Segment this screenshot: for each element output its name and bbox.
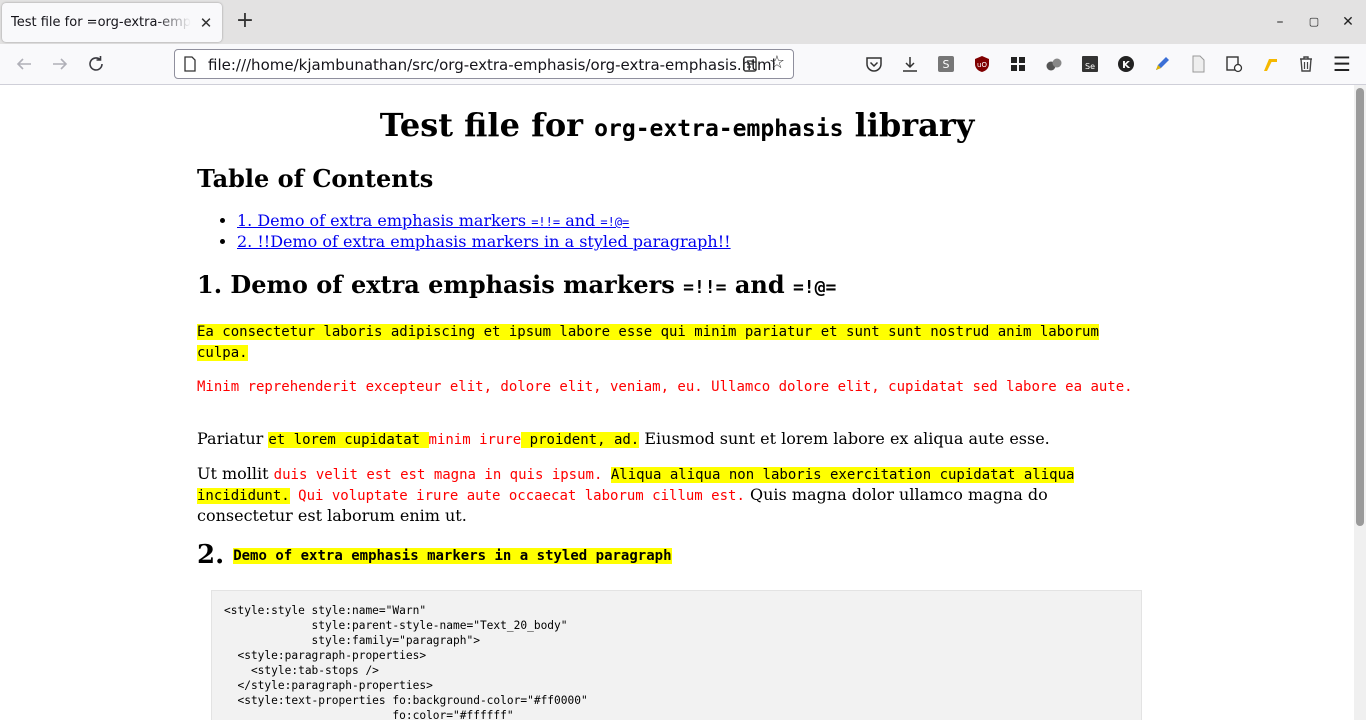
forward-button[interactable] [48, 52, 72, 76]
toc-link-code: =!!= [531, 215, 561, 229]
selenium-icon[interactable]: Se [1081, 55, 1099, 73]
toc-heading: Table of Contents [197, 164, 434, 193]
circles-icon[interactable] [1045, 55, 1063, 73]
red-span: minim irure [428, 432, 522, 448]
plain-text: Pariatur [197, 429, 269, 448]
download-icon[interactable] [901, 55, 919, 73]
grid-icon[interactable] [1009, 55, 1027, 73]
reload-button[interactable] [84, 52, 108, 76]
forward-arrow-icon [53, 58, 68, 70]
trash-icon[interactable] [1297, 55, 1315, 73]
pocket-icon[interactable] [865, 55, 883, 73]
navigation-toolbar: file:///home/kjambunathan/src/org-extra-… [0, 44, 1366, 85]
ublock-icon[interactable]: uO [973, 55, 991, 73]
plain-text: Ut mollit [197, 464, 274, 483]
title-code: org-extra-emphasis [594, 116, 844, 142]
reload-icon [89, 56, 103, 71]
highlight-text: proident, ad. [521, 432, 640, 448]
svg-text:uO: uO [977, 61, 987, 69]
library-icon[interactable] [1225, 55, 1243, 73]
new-tab-button[interactable]: + [233, 10, 257, 34]
svg-text:K: K [1122, 60, 1131, 71]
reader-view-icon[interactable] [741, 55, 759, 73]
section-code: =!!= [683, 277, 727, 298]
tab-strip: Test file for =org-extra-emphasis ✕ + – … [0, 0, 1366, 44]
section-1-heading: 1. Demo of extra emphasis markers =!!= a… [197, 269, 836, 304]
red-span: Minim reprehenderit excepteur elit, dolo… [197, 379, 1133, 395]
extension-s-icon[interactable]: S [937, 55, 955, 73]
paragraph-mixed-2: Ut mollit duis velit est est magna in qu… [197, 464, 1142, 525]
highlight-text: et lorem cupidatat [268, 432, 429, 448]
toc-link-section-1[interactable]: 1. Demo of extra emphasis markers =!!= a… [237, 211, 629, 230]
section-number: 2. [197, 540, 234, 570]
red-span: Qui voluptate irure aute occaecat laboru… [298, 488, 745, 504]
k-icon[interactable]: K [1117, 55, 1135, 73]
menu-button[interactable]: ☰ [1330, 52, 1354, 76]
red-span: duis velit est est magna in quis ipsum. [273, 467, 603, 483]
bookmark-star-icon[interactable]: ☆ [767, 53, 787, 73]
tab-active[interactable]: Test file for =org-extra-emphasis ✕ [2, 3, 222, 42]
section-number: 1. [197, 270, 231, 299]
paragraph-mixed: Pariatur et lorem cupidatat minim irure … [197, 429, 1142, 450]
highlight-span: et lorem cupidatat minim irure proident,… [268, 432, 640, 448]
scrollbar-thumb[interactable] [1356, 88, 1364, 526]
close-window-button[interactable]: ✕ [1338, 12, 1358, 32]
toc-item: 2. !!Demo of extra emphasis markers in a… [237, 232, 731, 251]
boomerang-icon[interactable] [1261, 55, 1279, 73]
highlight-span: Ea consectetur laboris adipiscing et ips… [197, 324, 1099, 361]
toc-item: 1. Demo of extra emphasis markers =!!= a… [237, 211, 731, 232]
toc-link-text: and [560, 211, 601, 230]
section-text-highlighted: Demo of extra emphasis markers in a styl… [233, 548, 672, 564]
toc-link-text: 1. Demo of extra emphasis markers [237, 211, 532, 230]
document-icon[interactable] [1189, 55, 1207, 73]
tab-title: Test file for =org-extra-emphasis [11, 15, 191, 30]
toc-link-code: =!@= [600, 215, 630, 229]
minimize-button[interactable]: – [1270, 12, 1290, 32]
svg-text:S: S [943, 58, 950, 71]
page-viewport: Test file for org-extra-emphasis library… [0, 85, 1354, 720]
svg-text:Se: Se [1085, 62, 1095, 71]
url-bar[interactable]: file:///home/kjambunathan/src/org-extra-… [174, 49, 794, 79]
page-title: Test file for org-extra-emphasis library [197, 105, 1157, 149]
tab-close-icon[interactable]: ✕ [196, 13, 216, 33]
back-button[interactable] [12, 52, 36, 76]
toc-link-section-2[interactable]: 2. !!Demo of extra emphasis markers in a… [237, 232, 731, 251]
url-text[interactable]: file:///home/kjambunathan/src/org-extra-… [208, 56, 776, 74]
toc-list: 1. Demo of extra emphasis markers =!!= a… [219, 211, 731, 251]
title-text-end: library [843, 106, 975, 144]
paragraph-highlighted: Ea consectetur laboris adipiscing et ips… [197, 321, 1142, 363]
plain-text: Eiusmod sunt et lorem labore ex aliqua a… [639, 429, 1050, 448]
paragraph-red: Minim reprehenderit excepteur elit, dolo… [197, 376, 1142, 397]
section-2-heading: 2. Demo of extra emphasis markers in a s… [197, 537, 672, 574]
title-text: Test file for [379, 106, 595, 144]
back-arrow-icon [16, 58, 31, 70]
code-block: <style:style style:name="Warn" style:par… [211, 590, 1142, 720]
section-text: and [726, 270, 793, 299]
pencil-icon[interactable] [1153, 55, 1171, 73]
maximize-button[interactable]: ▢ [1304, 12, 1324, 32]
section-code: =!@= [792, 277, 837, 298]
section-text: Demo of extra emphasis markers [230, 270, 684, 299]
file-page-icon [184, 56, 196, 72]
